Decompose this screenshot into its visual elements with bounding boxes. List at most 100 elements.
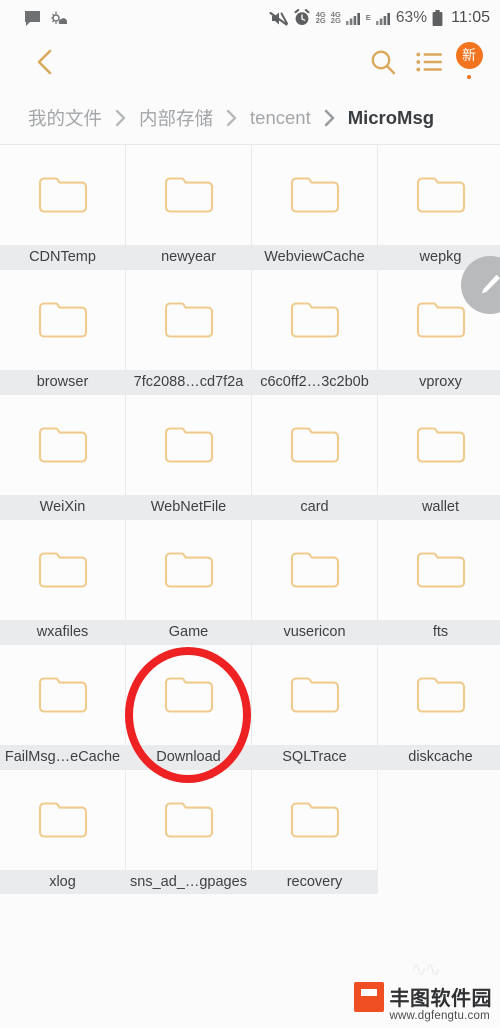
folder-label: browser xyxy=(0,370,125,394)
folder-icon xyxy=(164,802,213,838)
folder-thumbnail xyxy=(252,395,377,495)
folder-cell[interactable]: WebNetFile xyxy=(126,395,251,519)
folder-cell[interactable]: wxafiles xyxy=(0,520,125,644)
folder-thumbnail xyxy=(0,270,125,370)
network-edge-text: E xyxy=(365,12,371,22)
folder-cell[interactable]: fts xyxy=(378,520,500,644)
status-bar-right-icons: 4G 2G 4G 2G E 63% 11:05 xyxy=(269,9,490,27)
folder-thumbnail xyxy=(252,770,377,870)
folder-label: WeiXin xyxy=(0,495,125,519)
network-third-sub-text: 2G xyxy=(330,16,341,25)
folder-label: SQLTrace xyxy=(252,745,377,769)
folder-icon xyxy=(164,677,213,713)
folder-cell[interactable]: Download xyxy=(126,645,251,769)
watermark-text-column: 丰图软件园 www.dgfengtu.com xyxy=(390,987,493,1022)
folder-thumbnail xyxy=(252,270,377,370)
breadcrumb-item-3[interactable]: MicroMsg xyxy=(346,105,436,131)
folder-cell[interactable]: 7fc2088…cd7f2a xyxy=(126,270,251,394)
folder-thumbnail xyxy=(252,145,377,245)
folder-label: xlog xyxy=(0,870,125,894)
message-icon xyxy=(25,10,40,26)
breadcrumb: 我的文件 内部存储 tencent MicroMsg xyxy=(0,92,500,144)
folder-cell[interactable]: c6c0ff2…3c2b0b xyxy=(252,270,377,394)
signal-bars-icon-2 xyxy=(375,12,390,25)
folder-cell[interactable]: diskcache xyxy=(378,645,500,769)
folder-thumbnail xyxy=(252,645,377,745)
folder-cell[interactable]: wepkg xyxy=(378,145,500,269)
folder-icon xyxy=(164,302,213,338)
folder-label: card xyxy=(252,495,377,519)
folder-icon xyxy=(416,177,465,213)
folder-cell[interactable]: card xyxy=(252,395,377,519)
folder-cell[interactable]: SQLTrace xyxy=(252,645,377,769)
folder-thumbnail xyxy=(0,520,125,620)
folder-label: CDNTemp xyxy=(0,245,125,269)
list-view-button[interactable] xyxy=(406,39,452,85)
folder-cell[interactable]: recovery xyxy=(252,770,377,894)
folder-thumbnail xyxy=(252,520,377,620)
folder-icon xyxy=(416,677,465,713)
network-secondary-text: 2G xyxy=(315,16,326,25)
folder-thumbnail xyxy=(378,145,500,245)
folder-label: newyear xyxy=(126,245,251,269)
watermark: 丰图软件园 www.dgfengtu.com xyxy=(353,982,493,1022)
battery-percent-text: 63% xyxy=(395,9,428,27)
folder-icon xyxy=(38,427,87,463)
signal-bars-icon-1 xyxy=(345,12,360,25)
folder-icon xyxy=(164,552,213,588)
breadcrumb-separator-icon-1 xyxy=(218,109,245,127)
folder-icon xyxy=(164,177,213,213)
folder-label: WebviewCache xyxy=(252,245,377,269)
back-button[interactable] xyxy=(22,39,68,85)
folder-thumbnail xyxy=(126,645,251,745)
folder-icon xyxy=(416,302,465,338)
folder-thumbnail xyxy=(126,770,251,870)
network-label-primary: 4G 2G xyxy=(315,10,326,25)
folder-cell[interactable]: browser xyxy=(0,270,125,394)
folder-label: FailMsg…eCache xyxy=(0,745,125,769)
battery-icon xyxy=(432,9,443,26)
folder-thumbnail xyxy=(126,520,251,620)
folder-thumbnail xyxy=(126,270,251,370)
folder-thumbnail xyxy=(378,645,500,745)
breadcrumb-item-1[interactable]: 内部存储 xyxy=(137,103,215,133)
new-badge-button[interactable]: 新 xyxy=(452,42,486,82)
folder-cell[interactable]: CDNTemp xyxy=(0,145,125,269)
folder-cell[interactable]: sns_ad_…gpages xyxy=(126,770,251,894)
folder-thumbnail xyxy=(126,395,251,495)
folder-label: Download xyxy=(126,745,251,769)
status-bar: 4G 2G 4G 2G E 63% 11:05 xyxy=(0,0,500,36)
search-icon xyxy=(371,50,396,75)
watermark-ghost-mark: ∿∿ xyxy=(410,959,440,981)
folder-icon xyxy=(164,427,213,463)
mute-icon xyxy=(269,11,288,26)
breadcrumb-separator-icon-0 xyxy=(107,109,134,127)
folder-thumbnail xyxy=(0,145,125,245)
folder-icon xyxy=(290,177,339,213)
watermark-url: www.dgfengtu.com xyxy=(389,1010,490,1022)
folder-cell[interactable]: WeiXin xyxy=(0,395,125,519)
folder-label: sns_ad_…gpages xyxy=(126,870,251,894)
status-bar-left-icons xyxy=(24,10,67,27)
folder-cell[interactable]: vusericon xyxy=(252,520,377,644)
folder-cell[interactable]: WebviewCache xyxy=(252,145,377,269)
grid-cell-empty xyxy=(378,770,500,894)
folder-cell[interactable]: xlog xyxy=(0,770,125,894)
folder-icon xyxy=(38,802,87,838)
clock-text: 11:05 xyxy=(451,9,490,26)
folder-label: wallet xyxy=(378,495,500,519)
folder-label: vproxy xyxy=(378,370,500,394)
weather-icon xyxy=(51,10,67,24)
folder-cell[interactable]: newyear xyxy=(126,145,251,269)
breadcrumb-item-2[interactable]: tencent xyxy=(248,105,313,131)
folder-cell[interactable]: FailMsg…eCache xyxy=(0,645,125,769)
folder-cell[interactable]: Game xyxy=(126,520,251,644)
list-icon xyxy=(415,52,442,72)
alarm-icon xyxy=(294,9,310,25)
folder-thumbnail xyxy=(378,395,500,495)
folder-cell[interactable]: wallet xyxy=(378,395,500,519)
watermark-logo-icon xyxy=(353,982,384,1012)
search-button[interactable] xyxy=(360,39,406,85)
breadcrumb-item-0[interactable]: 我的文件 xyxy=(26,103,104,133)
folder-label: wxafiles xyxy=(0,620,125,644)
